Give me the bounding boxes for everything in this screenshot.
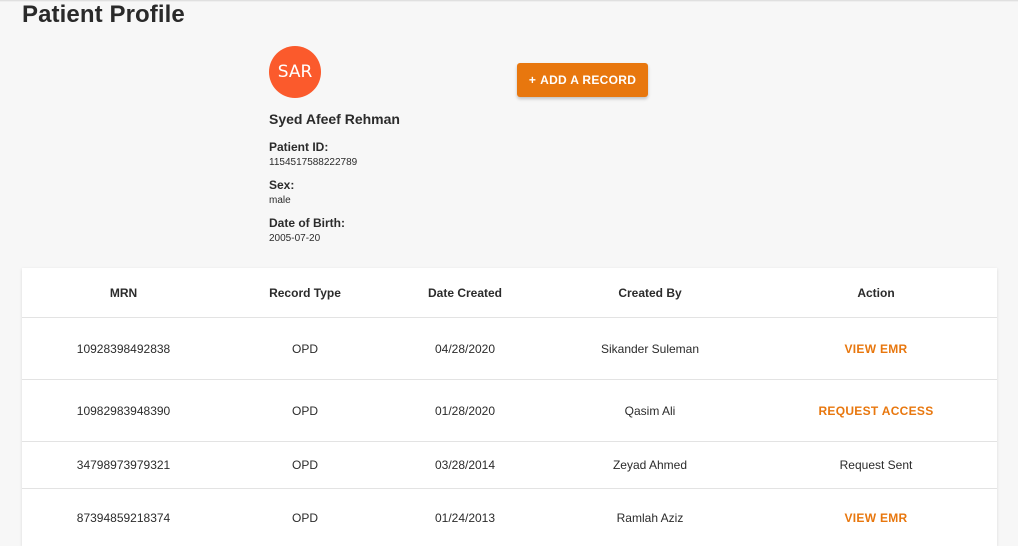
created-by-cell: Qasim Ali — [624, 403, 676, 418]
dob-value: 2005-07-20 — [269, 233, 321, 244]
patient-id-value: 1154517588222789 — [269, 157, 358, 168]
plus-icon: + — [528, 73, 537, 87]
view-emr-button[interactable]: VIEW EMR — [776, 318, 976, 379]
column-header-action: Action — [857, 285, 895, 300]
date-created-cell: 01/28/2020 — [434, 403, 496, 418]
mrn-cell: 87394859218374 — [76, 511, 171, 525]
column-header-created-by: Created By — [618, 285, 682, 300]
column-header-date-created: Date Created — [427, 285, 503, 300]
created-by-cell: Ramlah Aziz — [616, 511, 684, 525]
patient-name: Syed Afeef Rehman — [269, 111, 400, 127]
dob-label: Date of Birth: — [269, 216, 345, 230]
add-record-label: ADD A RECORD — [540, 73, 637, 87]
table-header: MRN Record Type Date Created Created By … — [22, 268, 997, 317]
mrn-cell: 10928398492838 — [76, 341, 171, 356]
request-access-button[interactable]: REQUEST ACCESS — [776, 380, 976, 441]
date-created-cell: 04/28/2020 — [434, 341, 496, 356]
view-emr-button[interactable]: VIEW EMR — [776, 489, 976, 546]
request-sent-status: Request Sent — [839, 458, 913, 472]
created-by-cell: Zeyad Ahmed — [612, 458, 688, 472]
table-row: 10982983948390 OPD 01/28/2020 Qasim Ali … — [22, 380, 997, 441]
add-record-button[interactable]: + ADD A RECORD — [517, 63, 648, 97]
table-row: 34798973979321 OPD 03/28/2014 Zeyad Ahme… — [22, 442, 997, 488]
page-title: Patient Profile — [22, 1, 185, 28]
mrn-cell: 10982983948390 — [76, 403, 171, 418]
date-created-cell: 01/24/2013 — [434, 511, 496, 525]
avatar: SAR — [269, 46, 321, 98]
table-row: 87394859218374 OPD 01/24/2013 Ramlah Azi… — [22, 489, 997, 546]
mrn-cell: 34798973979321 — [76, 458, 171, 472]
patient-id-label: Patient ID: — [269, 140, 329, 154]
created-by-cell: Sikander Suleman — [600, 341, 700, 356]
records-table: MRN Record Type Date Created Created By … — [22, 268, 997, 546]
table-row: 10928398492838 OPD 04/28/2020 Sikander S… — [22, 318, 997, 379]
sex-value: male — [269, 195, 291, 206]
column-header-mrn: MRN — [109, 285, 138, 300]
sex-label: Sex: — [269, 178, 295, 192]
date-created-cell: 03/28/2014 — [434, 458, 496, 472]
